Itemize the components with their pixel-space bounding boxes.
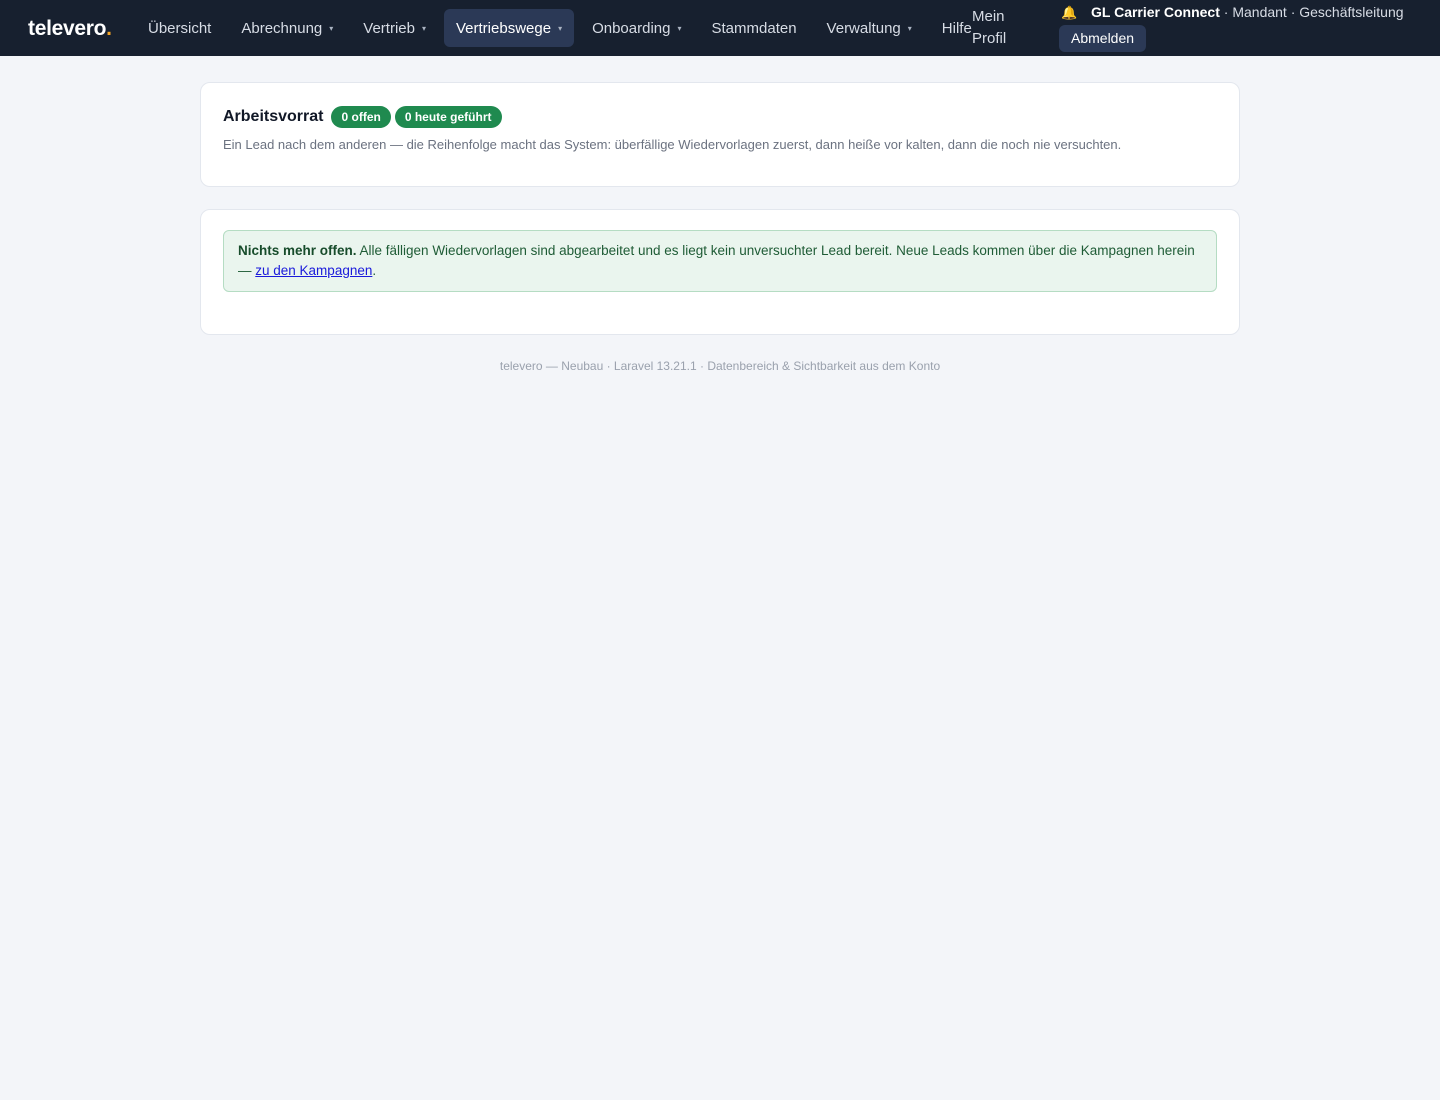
nav-item-label: Vertrieb [363, 19, 415, 37]
caret-down-icon: ▾ [907, 23, 912, 33]
notice-card: Nichts mehr offen. Alle fälligen Wiederv… [200, 209, 1240, 335]
alert-end: . [372, 263, 377, 278]
today-count-badge: 0 heute geführt [394, 106, 502, 128]
nav-item-verwaltung[interactable]: Verwaltung ▾ [815, 9, 924, 47]
worklist-card: Arbeitsvorrat 0 offen 0 heute geführt Ei… [200, 82, 1240, 187]
nav-item-label: Übersicht [148, 19, 212, 37]
nav-item-vertrieb[interactable]: Vertrieb ▾ [351, 9, 438, 47]
nav-item-label: Verwaltung [826, 19, 901, 37]
alert-text: Alle fälligen Wiedervorlagen sind abgear… [238, 243, 1195, 278]
nav-item-label: Stammdaten [711, 19, 797, 37]
page-footer: televero — Neubau · Laravel 13.21.1 · Da… [499, 359, 941, 373]
nav-item-abrechnung[interactable]: Abrechnung ▾ [229, 9, 345, 47]
nav-item-vertriebswege[interactable]: Vertriebswege ▾ [444, 9, 575, 47]
alert-heading: Nichts mehr offen. [238, 243, 357, 258]
account-info: 🔔 GL Carrier Connect · Mandant · Geschäft… [1061, 4, 1404, 21]
page-title: Arbeitsvorrat [223, 108, 324, 125]
open-count-badge: 0 offen [331, 106, 391, 128]
brand-logo[interactable]: televero. [28, 17, 112, 41]
nav-item-stammdaten[interactable]: Stammdaten [700, 9, 809, 47]
empty-state-alert: Nichts mehr offen. Alle fälligen Wiederv… [223, 230, 1217, 292]
company-name: GL Carrier Connect [1091, 4, 1220, 20]
caret-down-icon: ▾ [329, 23, 334, 33]
nav-item-mein-profil[interactable]: Mein Profil [972, 6, 1006, 50]
campaigns-link[interactable]: zu den Kampagnen [255, 263, 372, 278]
profile-label-line2: Profil [972, 30, 1007, 47]
main-navigation: Übersicht Abrechnung ▾ Vertrieb ▾ Vertri… [136, 9, 990, 47]
nav-item-label: Hilfe [941, 19, 972, 37]
bell-icon[interactable]: 🔔 [1061, 5, 1077, 21]
nav-item-uebersicht[interactable]: Übersicht [136, 9, 223, 47]
caret-down-icon: ▾ [677, 23, 682, 33]
account-role: · Mandant · Geschäftsleitung [1219, 4, 1404, 20]
profile-label-line1: Mein [972, 8, 1005, 25]
worklist-description: Ein Lead nach dem anderen — die Reihenfo… [223, 137, 1122, 152]
worklist-header: Arbeitsvorrat 0 offen 0 heute geführt [223, 105, 1217, 129]
nav-item-label: Vertriebswege [456, 19, 552, 37]
nav-item-label: Abrechnung [241, 19, 323, 37]
top-navigation-bar: televero. Übersicht Abrechnung ▾ Vertrie… [0, 0, 1440, 56]
caret-down-icon: ▾ [421, 23, 426, 33]
caret-down-icon: ▾ [558, 23, 563, 33]
nav-item-label: Onboarding [592, 19, 671, 37]
nav-item-onboarding[interactable]: Onboarding ▾ [580, 9, 693, 47]
logout-button[interactable]: Abmelden [1059, 25, 1147, 52]
